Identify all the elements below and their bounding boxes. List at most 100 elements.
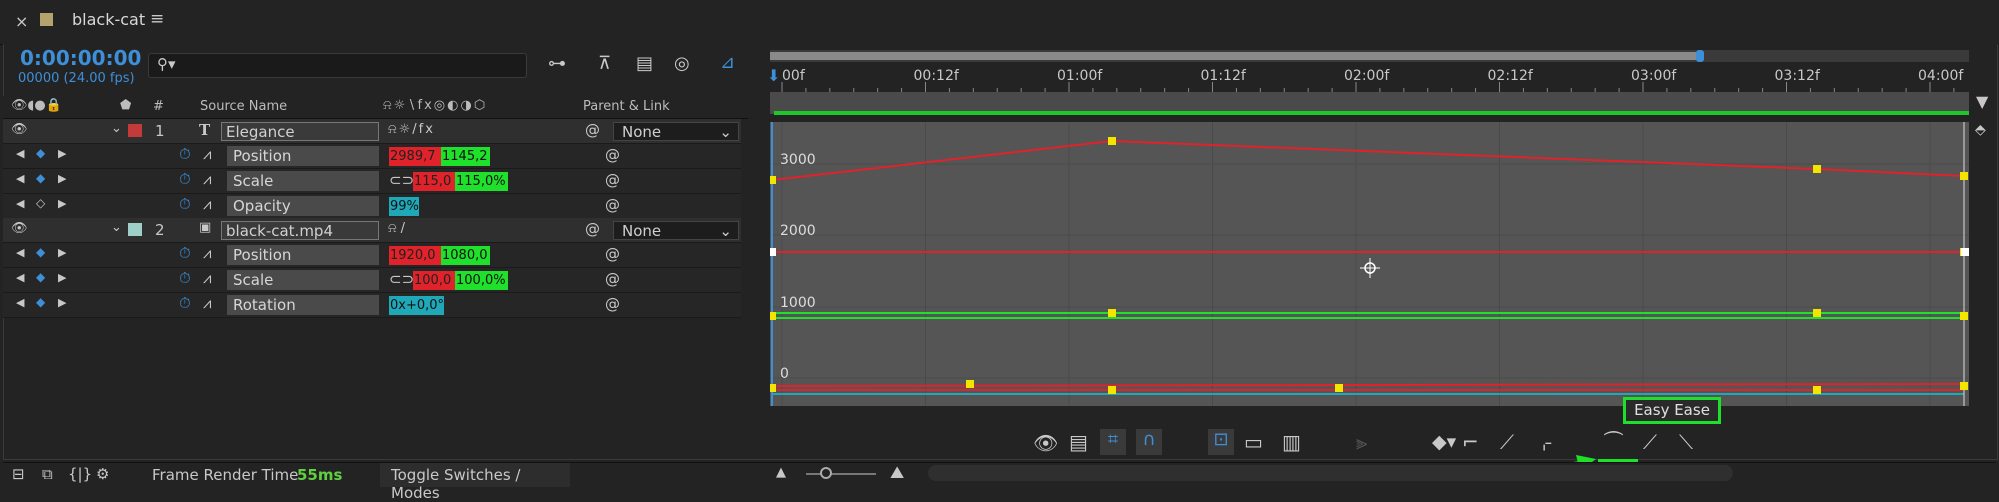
layer-duration-bar[interactable] <box>774 111 1969 115</box>
property-pickwhip-icon[interactable]: @ <box>605 171 620 189</box>
show-properties-eye-icon[interactable]: 👁 <box>1033 431 1058 455</box>
visibility-eye-icon[interactable]: 👁 <box>11 221 28 236</box>
transform-box-icon[interactable]: ⌗ <box>1100 429 1126 455</box>
horizontal-scrollbar[interactable] <box>928 465 1733 481</box>
close-tab-icon[interactable]: × <box>15 12 28 31</box>
zoom-slider-track[interactable] <box>806 473 876 475</box>
layer-switches[interactable]: ⍾☼/fx <box>388 122 435 137</box>
layer-label-color[interactable] <box>128 223 142 236</box>
add-keyframe-icon[interactable]: ◆ <box>36 146 45 160</box>
keyframe-handle[interactable] <box>1960 172 1968 180</box>
property-value-x[interactable]: 1920,0 <box>389 246 441 265</box>
graph-toggle-icon[interactable]: ⩘ <box>203 294 211 312</box>
property-value-x[interactable]: 2989,7 <box>389 147 441 166</box>
next-keyframe-icon[interactable]: ▶ <box>58 147 66 160</box>
frame-blending-icon[interactable]: ◎ <box>674 53 690 74</box>
composition-tab-title[interactable]: black-cat <box>72 10 145 29</box>
graph-toggle-icon[interactable]: ⩘ <box>203 269 211 287</box>
layer-search-input[interactable]: ⚲▾ <box>148 53 527 78</box>
property-value-y[interactable]: 115,0% <box>455 172 508 191</box>
graph-options-icon[interactable]: ▤ <box>1069 430 1088 454</box>
graph-toggle-icon[interactable]: ⩘ <box>203 195 211 213</box>
prev-keyframe-icon[interactable]: ◀ <box>16 147 24 160</box>
property-row[interactable]: ◀ ◆ ▶ ⏱ ⩘ Position 1920,0 1080,0 @ <box>3 243 741 268</box>
property-value-x[interactable]: 100,0 <box>413 271 455 290</box>
layer-name[interactable]: black-cat.mp4 <box>221 221 379 240</box>
fit-all-icon[interactable]: ▥ <box>1282 430 1301 454</box>
graph-toggle-icon[interactable]: ⩘ <box>203 145 211 163</box>
keyframe-handle[interactable] <box>1960 312 1968 320</box>
draft-3d-icon[interactable]: ⊼ <box>598 53 611 74</box>
property-value[interactable]: 99% <box>389 197 419 216</box>
switches-header-icons[interactable]: ⍾☼∖fx◎◐◑⬡ <box>383 98 487 113</box>
next-keyframe-icon[interactable]: ▶ <box>58 296 66 309</box>
property-panel-icon[interactable]: ⬘ <box>1975 122 1986 138</box>
property-pickwhip-icon[interactable]: @ <box>605 295 620 313</box>
pickwhip-icon[interactable]: @ <box>585 121 600 139</box>
keyframe-handle[interactable] <box>768 176 776 184</box>
graph-editor-area[interactable]: 3000 2000 1000 0 <box>768 122 1969 406</box>
next-keyframe-icon[interactable]: ▶ <box>58 172 66 185</box>
render-time-pane-icon[interactable]: ⚙ <box>96 465 109 483</box>
keyframe-handle[interactable] <box>1108 386 1116 394</box>
keyframe-handle[interactable] <box>1813 386 1821 394</box>
prev-keyframe-icon[interactable]: ◀ <box>16 172 24 185</box>
snapping-icon[interactable]: ∩ <box>1136 429 1162 455</box>
hide-shy-layers-icon[interactable]: ▤ <box>636 53 653 74</box>
add-keyframe-icon[interactable]: ◆ <box>36 171 45 185</box>
pickwhip-icon[interactable]: @ <box>585 220 600 238</box>
parent-link-header[interactable]: Parent & Link <box>583 99 670 114</box>
parent-dropdown[interactable]: None ⌄ <box>613 122 739 141</box>
layer-label-color[interactable] <box>128 124 142 137</box>
in-out-pane-icon[interactable]: {|} <box>68 465 92 483</box>
keyframe-handle-selected[interactable] <box>1961 248 1969 256</box>
expand-chevron-icon[interactable]: ⌄ <box>111 121 122 136</box>
parent-dropdown[interactable]: None ⌄ <box>613 221 739 240</box>
visibility-eye-icon[interactable]: 👁 <box>11 122 28 137</box>
layer-switches-pane-icon[interactable]: ⊟ <box>12 465 25 483</box>
next-keyframe-icon[interactable]: ▶ <box>58 271 66 284</box>
constrain-link-icon[interactable]: ⊂⊃ <box>389 270 414 288</box>
add-keyframe-icon[interactable]: ◆ <box>36 295 45 309</box>
keyframe-handle[interactable] <box>966 380 974 388</box>
stopwatch-icon[interactable]: ⏱ <box>179 195 191 213</box>
prev-keyframe-icon[interactable]: ◀ <box>16 271 24 284</box>
keyframe-handle[interactable] <box>1960 382 1968 390</box>
stopwatch-icon[interactable]: ⏱ <box>179 145 191 163</box>
property-value[interactable]: 0x+0,0° <box>389 296 444 315</box>
keyframe-handle-selected[interactable] <box>770 248 776 256</box>
property-pickwhip-icon[interactable]: @ <box>605 146 620 164</box>
property-row[interactable]: ◀ ◆ ▶ ⏱ ⩘ Scale ⊂⊃ 100,0 100,0% @ <box>3 268 741 293</box>
add-keyframe-icon[interactable]: ◇ <box>36 196 45 210</box>
layer-name[interactable]: Elegance <box>221 122 379 141</box>
prev-keyframe-icon[interactable]: ◀ <box>16 197 24 210</box>
av-features-icons[interactable]: 👁◖●🔒 <box>11 98 62 113</box>
next-keyframe-icon[interactable]: ▶ <box>58 197 66 210</box>
fit-selection-icon[interactable]: ▭ <box>1244 430 1263 454</box>
transfer-controls-pane-icon[interactable]: ⧉ <box>42 465 53 483</box>
expand-chevron-icon[interactable]: ⌄ <box>111 220 122 235</box>
stopwatch-icon[interactable]: ⏱ <box>179 269 191 287</box>
label-tag-icon[interactable]: ⬟ <box>120 98 131 113</box>
zoom-out-icon[interactable]: ▲ <box>776 465 786 480</box>
hold-keyframe-icon[interactable]: ⌐ <box>1462 430 1479 454</box>
toggle-modes-button[interactable]: Toggle Switches / Modes <box>380 463 570 502</box>
zoom-in-icon[interactable]: ⛰ <box>890 463 904 483</box>
auto-zoom-icon[interactable]: ⊡ <box>1208 429 1234 455</box>
keyframe-handle[interactable] <box>1335 384 1343 392</box>
zoom-slider-thumb[interactable] <box>820 467 832 479</box>
property-value-y[interactable]: 1080,0 <box>441 246 490 265</box>
constrain-link-icon[interactable]: ⊂⊃ <box>389 171 414 189</box>
property-row[interactable]: ◀ ◆ ▶ ⏱ ⩘ Rotation 0x+0,0° @ <box>3 293 741 318</box>
keyframe-handle[interactable] <box>1813 309 1821 317</box>
prev-keyframe-icon[interactable]: ◀ <box>16 296 24 309</box>
stopwatch-icon[interactable]: ⏱ <box>179 294 191 312</box>
tab-menu-icon[interactable]: ≡ <box>150 9 164 29</box>
auto-bezier-icon[interactable]: ⌌ <box>1536 430 1552 454</box>
property-pickwhip-icon[interactable]: @ <box>605 245 620 263</box>
layer-row-1[interactable]: 👁 ⌄ 1 T Elegance ⍾☼/fx @ None ⌄ <box>3 119 741 144</box>
easy-ease-icon[interactable]: ⏜ <box>1604 430 1623 454</box>
next-keyframe-icon[interactable]: ▶ <box>58 246 66 259</box>
keyframe-handle[interactable] <box>1108 137 1116 145</box>
composition-flowchart-icon[interactable]: ⊶ <box>548 53 566 74</box>
